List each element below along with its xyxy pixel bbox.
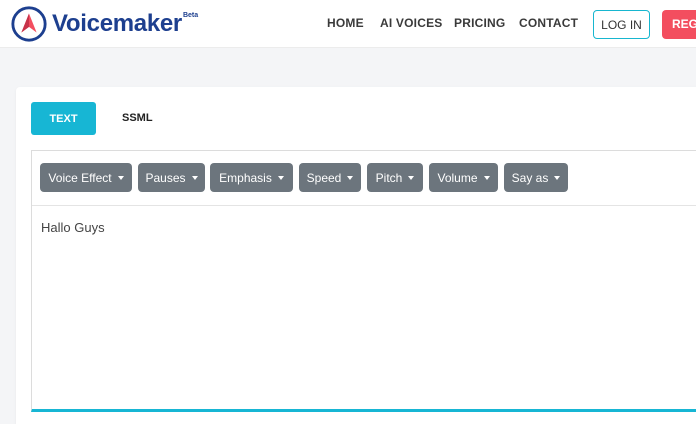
editor-toolbar: Voice Effect Pauses Emphasis Speed Pitch… (32, 151, 696, 206)
brand-name: Voicemaker (52, 10, 182, 37)
caret-down-icon (277, 175, 284, 180)
pauses-label: Pauses (145, 170, 186, 185)
volume-dropdown[interactable]: Volume (429, 163, 498, 192)
emphasis-dropdown[interactable]: Emphasis (210, 163, 293, 192)
beta-label: Beta (182, 11, 199, 19)
speed-label: Speed (306, 170, 342, 185)
pitch-label: Pitch (375, 170, 403, 185)
nav-pricing[interactable]: PRICING (454, 16, 505, 30)
nav-ai-voices[interactable]: AI VOICES (380, 16, 442, 30)
register-button[interactable]: REGI (662, 10, 696, 39)
caret-down-icon (347, 175, 354, 180)
say-as-dropdown[interactable]: Say as (504, 163, 568, 192)
pitch-dropdown[interactable]: Pitch (367, 163, 423, 192)
speed-dropdown[interactable]: Speed (299, 163, 361, 192)
caret-down-icon (117, 175, 124, 180)
tab-ssml[interactable]: SSML (122, 112, 153, 124)
nav-home[interactable]: HOME (327, 16, 364, 30)
voice-effect-label: Voice Effect (48, 170, 112, 185)
say-as-label: Say as (511, 170, 549, 185)
nav-contact[interactable]: CONTACT (519, 16, 578, 30)
voice-effect-dropdown[interactable]: Voice Effect (40, 163, 132, 192)
editor-card: TEXT SSML Voice Effect Pauses Emphasis S… (16, 87, 696, 424)
pauses-dropdown[interactable]: Pauses (138, 163, 205, 192)
caret-down-icon (191, 175, 198, 180)
logo[interactable]: Voicemaker Beta (10, 4, 198, 44)
text-editor[interactable]: Voice Effect Pauses Emphasis Speed Pitch… (31, 150, 696, 412)
tab-text[interactable]: TEXT (31, 102, 96, 135)
caret-down-icon (408, 175, 415, 180)
caret-down-icon (554, 175, 561, 180)
editor-content[interactable]: Hallo Guys (41, 220, 105, 235)
top-header: Voicemaker Beta HOME AI VOICES PRICING C… (0, 0, 696, 48)
emphasis-label: Emphasis (219, 170, 272, 185)
login-button[interactable]: LOG IN (593, 10, 650, 39)
volume-label: Volume (437, 170, 478, 185)
voicemaker-logo-icon (11, 6, 47, 42)
caret-down-icon (483, 175, 490, 180)
